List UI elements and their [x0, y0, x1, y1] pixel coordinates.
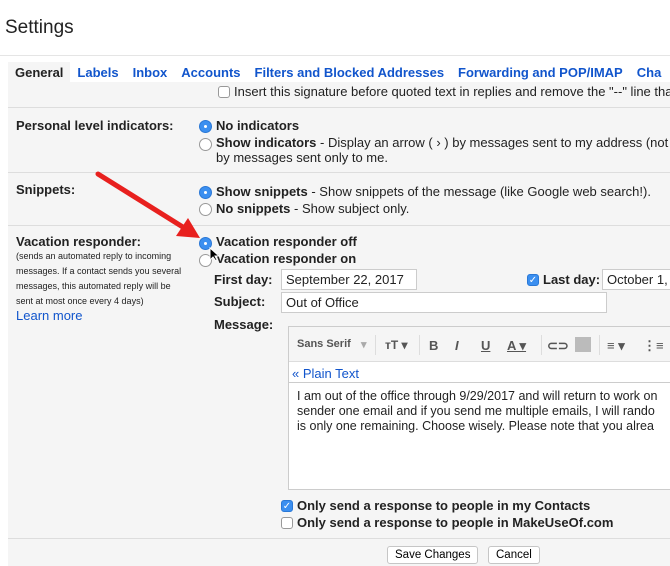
mouse-cursor-icon	[209, 247, 219, 262]
red-arrow-annotation	[95, 171, 200, 238]
